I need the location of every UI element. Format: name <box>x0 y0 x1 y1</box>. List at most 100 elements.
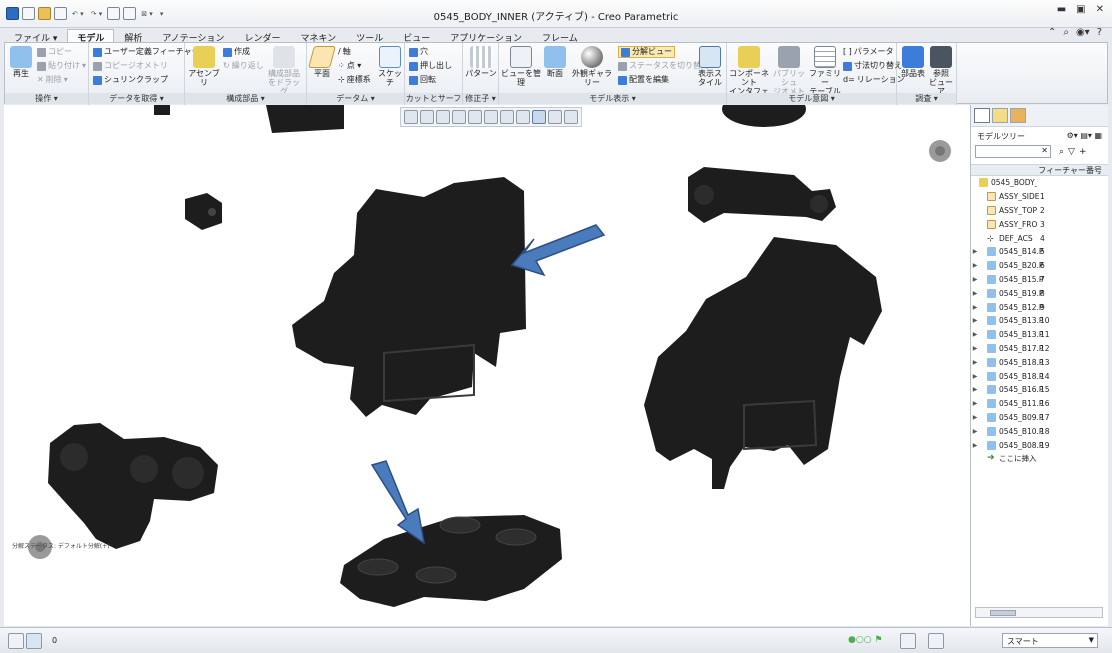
create-component-button[interactable]: 作成 <box>223 47 250 57</box>
expand-icon[interactable]: ▶ <box>971 276 979 283</box>
tree-item-part[interactable]: ▶ 0545_B19.P 8 <box>971 286 1108 300</box>
expand-icon[interactable]: ▶ <box>971 359 979 366</box>
add-column-icon[interactable]: + <box>1079 147 1087 157</box>
tree-item-csys[interactable]: ⊹ DEF_ACS 4 <box>971 231 1108 245</box>
toggle-navigator-icon[interactable] <box>8 633 24 649</box>
search-icon[interactable]: ⌕ <box>1063 27 1069 38</box>
tree-item-part[interactable]: ▶ 0545_B10.P 18 <box>971 424 1108 438</box>
account-icon[interactable]: ◉▾ <box>1076 27 1090 38</box>
tree-item-part[interactable]: ▶ 0545_B11.P 16 <box>971 397 1108 411</box>
extrude-button[interactable]: 押し出し <box>409 61 452 71</box>
drag-components-button[interactable]: 構成部品 をドラッグ <box>265 46 303 96</box>
tab-file[interactable]: ファイル ▾ <box>4 29 67 44</box>
tree-search-input[interactable]: ✕ <box>975 145 1051 158</box>
group-label-get-data[interactable]: データを取得 ▾ <box>89 93 184 104</box>
axis-button[interactable]: / 軸 <box>338 47 351 57</box>
tab-tools[interactable]: ツール <box>346 29 393 44</box>
show-icon[interactable]: ▤▾ <box>1080 131 1092 140</box>
close-icon[interactable]: ✕ <box>1096 4 1104 15</box>
sketch-button[interactable]: スケッチ <box>377 46 403 87</box>
clear-search-icon[interactable]: ✕ <box>1041 146 1048 155</box>
find-icon[interactable]: ⌕ <box>1059 147 1064 157</box>
expand-icon[interactable]: ▶ <box>971 331 979 338</box>
parameters-button[interactable]: [ ] パラメータ <box>843 47 894 57</box>
revolve-button[interactable]: 回転 <box>409 75 436 85</box>
group-label-model-intent[interactable]: モデル意図 ▾ <box>727 93 896 104</box>
expand-icon[interactable]: ▶ <box>971 373 979 380</box>
model-tree-tab-icon[interactable] <box>974 108 990 123</box>
paste-button[interactable]: 貼り付け ▾ <box>37 61 86 71</box>
regen-status-icon[interactable]: ●○○ ⚑ <box>848 635 883 645</box>
group-label-modifiers[interactable]: 修正子 ▾ <box>463 93 498 104</box>
selection-buffer-icon[interactable] <box>928 633 944 649</box>
expand-icon[interactable]: ▶ <box>971 442 979 449</box>
copy-geometry-button[interactable]: コピージオメトリ <box>93 61 168 71</box>
tree-item-part[interactable]: ▶ 0545_B20.P 6 <box>971 259 1108 273</box>
tab-render[interactable]: レンダー <box>234 29 290 44</box>
part-top-right[interactable] <box>722 105 806 127</box>
folder-browser-tab-icon[interactable] <box>992 108 1008 123</box>
part-main-body[interactable] <box>292 177 526 417</box>
regenerate-button[interactable]: 再生 <box>8 46 34 78</box>
assemble-button[interactable]: アセンブリ <box>187 46 221 87</box>
tab-applications[interactable]: アプリケーション <box>440 29 532 44</box>
part-top-center[interactable] <box>266 105 344 133</box>
tab-manikin[interactable]: マネキン <box>290 29 346 44</box>
tree-item-part[interactable]: ▶ 0545_B15.P 7 <box>971 273 1108 287</box>
expand-icon[interactable]: ▶ <box>971 386 979 393</box>
copy-button[interactable]: コピー <box>37 47 72 57</box>
point-button[interactable]: ⁘ 点 ▾ <box>338 61 361 71</box>
tree-item-root[interactable]: 0545_BODY_IN <box>971 176 1108 190</box>
expand-icon[interactable]: ▶ <box>971 414 979 421</box>
manage-views-button[interactable]: ビューを管理 <box>501 46 541 87</box>
tab-view[interactable]: ビュー <box>393 29 440 44</box>
tree-item-datum[interactable]: ASSY_FRO 3 <box>971 217 1108 231</box>
filter-icon[interactable]: ▽ <box>1068 147 1075 157</box>
tree-item-part[interactable]: ▶ 0545_B16.P 15 <box>971 383 1108 397</box>
tree-item-part[interactable]: ▶ 0545_B13.P 11 <box>971 328 1108 342</box>
family-table-button[interactable]: ファミリー テーブル <box>809 46 841 96</box>
graphics-area[interactable]: 分解ステータス: デフォルト分解(+) <box>4 105 970 626</box>
tab-model[interactable]: モデル <box>67 29 115 44</box>
switch-dimensions-button[interactable]: 寸法切り替え <box>843 61 902 71</box>
tree-item-part[interactable]: ▶ 0545_B14.P 5 <box>971 245 1108 259</box>
group-label-datum[interactable]: データム ▾ <box>307 93 404 104</box>
csys-button[interactable]: ⊹ 座標系 <box>338 75 371 85</box>
appearance-gallery-button[interactable]: 外観ギャラリー <box>569 46 615 87</box>
part-small-cube[interactable] <box>185 193 222 230</box>
delete-button[interactable]: ✕ 削除 ▾ <box>37 75 68 85</box>
shrinkwrap-button[interactable]: シュリンクラップ <box>93 75 168 85</box>
expand-icon[interactable]: ▶ <box>971 248 979 255</box>
column-header-feature-number[interactable]: フィーチャー番号 <box>971 164 1108 176</box>
tree-item-part[interactable]: ▶ 0545_B12.P 9 <box>971 300 1108 314</box>
scrollbar-thumb[interactable] <box>990 610 1016 616</box>
expand-icon[interactable]: ▶ <box>971 345 979 352</box>
reference-viewer-button[interactable]: 参照 ビューア <box>927 46 955 96</box>
expand-icon[interactable]: ▶ <box>971 304 979 311</box>
minimize-icon[interactable]: ▬ <box>1057 4 1066 15</box>
part-top-left[interactable] <box>154 105 170 115</box>
favorites-tab-icon[interactable] <box>1010 108 1026 123</box>
tree-item-datum[interactable]: ASSY_SIDE 1 <box>971 190 1108 204</box>
tree-item-insert-here[interactable]: ➜ ここに挿入 <box>971 452 1108 466</box>
tree-item-part[interactable]: ▶ 0545_B09.P 17 <box>971 411 1108 425</box>
group-label-operations[interactable]: 操作 ▾ <box>5 93 88 104</box>
tree-item-part[interactable]: ▶ 0545_B13.P 10 <box>971 314 1108 328</box>
expand-icon[interactable]: ▶ <box>971 400 979 407</box>
tree-item-part[interactable]: ▶ 0545_B18.P 14 <box>971 369 1108 383</box>
section-button[interactable]: 断面 <box>544 46 566 78</box>
settings-icon[interactable]: ⚙▾ <box>1067 131 1078 140</box>
tree-item-part[interactable]: ▶ 0545_B18.P 13 <box>971 355 1108 369</box>
tab-framework[interactable]: フレーム <box>532 29 588 44</box>
tree-item-datum[interactable]: ASSY_TOP 2 <box>971 204 1108 218</box>
bom-button[interactable]: 部品表 <box>900 46 926 78</box>
find-binoculars-icon[interactable] <box>900 633 916 649</box>
help-icon[interactable]: ? <box>1097 27 1102 38</box>
expand-icon[interactable]: ▶ <box>971 262 979 269</box>
columns-icon[interactable]: ▦ <box>1094 131 1102 140</box>
toggle-browser-icon[interactable] <box>26 633 42 649</box>
expand-icon[interactable]: ▶ <box>971 290 979 297</box>
expand-icon[interactable]: ▶ <box>971 317 979 324</box>
plane-button[interactable]: 平面 <box>308 46 336 78</box>
group-label-components[interactable]: 構成部品 ▾ <box>185 93 306 104</box>
